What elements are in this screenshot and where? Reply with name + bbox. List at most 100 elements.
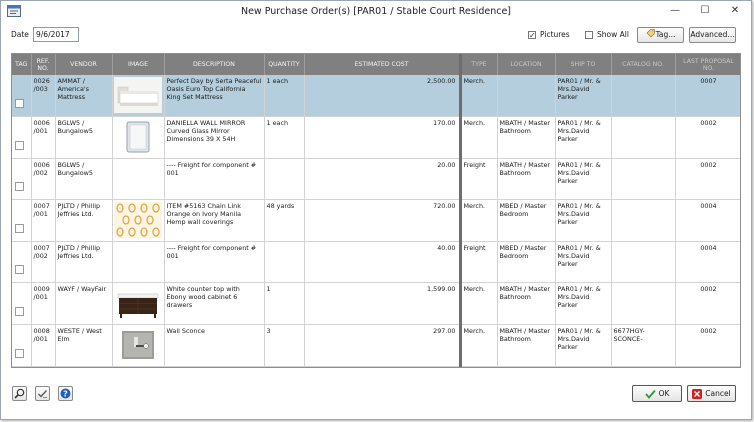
tag-checkbox[interactable] [15, 265, 24, 275]
table-row[interactable]: 0008 /001 WESTE / West Elm Wall Sconce 3 297… [12, 324, 740, 367]
maximize-button[interactable]: ☐ [693, 3, 717, 19]
col-vendor[interactable]: VENDOR [55, 54, 113, 75]
ship-to-cell: PAR01 / Mr. & Mrs.David Parker [555, 158, 612, 201]
cancel-button[interactable]: Cancel [687, 385, 736, 402]
catalog-no-cell: 6677HGY-SCONCE- [611, 324, 676, 367]
search-button[interactable] [12, 386, 27, 401]
vendor-cell: PJLTD / Phillip Jeffries Ltd. [55, 199, 113, 242]
catalog-no-cell [611, 116, 676, 159]
tag-checkbox[interactable] [15, 140, 24, 150]
tag-cell[interactable] [12, 241, 32, 284]
tag-checkbox[interactable] [15, 182, 24, 192]
last-proposal-cell: 0004 [675, 199, 740, 242]
show-all-label: Show All [597, 30, 629, 39]
col-type[interactable]: TYPE [460, 54, 498, 75]
advanced-button[interactable]: Advanced... [689, 27, 736, 43]
date-field[interactable]: 9/6/2017 [33, 27, 79, 42]
location-cell: MBED / Master Bedroom [497, 199, 556, 242]
catalog-no-cell [611, 241, 676, 284]
quantity-cell [264, 241, 305, 284]
type-cell: Merch. [460, 324, 498, 367]
tag-cell[interactable] [12, 199, 32, 242]
col-ref-no[interactable]: REF. NO. [31, 54, 56, 75]
quantity-cell: 48 yards [264, 199, 305, 242]
location-cell: MBATH / Master Bathroom [497, 324, 556, 367]
ref-no-cell: 0006 /001 [31, 116, 56, 159]
pictures-checkbox-box[interactable]: ✓ [528, 30, 536, 39]
image-cell [112, 199, 165, 242]
table-row[interactable]: 0009 /001 WAYF / WayFair White counter top… [12, 282, 740, 326]
col-quantity[interactable]: QUANTITY [264, 54, 305, 75]
ship-to-cell: PAR01 / Mr. & Mrs.David Parker [555, 324, 612, 367]
pictures-checkbox[interactable]: ✓ Pictures [528, 30, 570, 39]
tag-checkbox[interactable] [15, 223, 24, 233]
show-all-checkbox-box[interactable] [585, 30, 593, 39]
vendor-cell: AMMAT / America's Mattress [55, 75, 113, 118]
help-button[interactable]: ? [58, 386, 73, 401]
tag-button[interactable]: Tag... [637, 27, 684, 43]
vendor-cell: WESTE / West Elm [55, 324, 113, 367]
title-bar: New Purchase Order(s) [PAR01 / Stable Co… [1, 1, 751, 22]
col-location[interactable]: LOCATION [497, 54, 556, 75]
svg-text:?: ? [63, 389, 68, 398]
type-cell: Merch. [460, 75, 498, 118]
tag-cell[interactable] [12, 75, 32, 118]
tag-cell[interactable] [12, 158, 32, 201]
col-catalog-no[interactable]: CATALOG NO. [611, 54, 676, 75]
image-cell [112, 75, 165, 118]
catalog-no-cell [611, 282, 676, 326]
type-cell: Merch. [460, 116, 498, 159]
estimated-cost-cell: 1,599.00 [304, 282, 462, 326]
tag-checkbox[interactable] [15, 307, 24, 317]
table-row[interactable]: 0026 /003 AMMAT / America's Mattress Perfe… [12, 75, 740, 118]
estimated-cost-cell: 297.00 [304, 324, 462, 367]
image-cell [112, 241, 165, 284]
description-cell: Perfect Day by Serta Peaceful Oasis Euro… [164, 75, 265, 118]
ok-button[interactable]: OK [632, 385, 682, 402]
col-ship-to[interactable]: SHIP TO [555, 54, 612, 75]
catalog-no-cell [611, 199, 676, 242]
tag-checkbox[interactable] [15, 348, 24, 358]
ref-no-cell: 0007 /002 [31, 241, 56, 284]
show-all-checkbox[interactable]: Show All [585, 30, 629, 39]
close-button[interactable]: ✕ [723, 3, 747, 19]
order-table: TAG REF. NO. VENDOR IMAGE DESCRIPTION QU… [12, 54, 740, 367]
pictures-label: Pictures [540, 30, 570, 39]
vanity-image [113, 285, 162, 322]
location-cell: MBED / Master Bedroom [497, 241, 556, 284]
table-row[interactable]: 0007 /002 PJLTD / Phillip Jeffries Ltd. --… [12, 241, 740, 284]
table-row[interactable]: 0006 /002 BGLW5 / Bungalow5 ---- Freight f… [12, 158, 740, 201]
col-image[interactable]: IMAGE [112, 54, 165, 75]
description-cell: DANIELLA WALL MIRROR Curved Glass Mirror… [164, 116, 265, 159]
vendor-cell: BGLW5 / Bungalow5 [55, 116, 113, 159]
catalog-no-cell [611, 158, 676, 201]
catalog-no-cell [611, 75, 676, 118]
col-last-proposal-no[interactable]: LAST PROPOSAL NO. [675, 54, 740, 75]
order-grid: TAG REF. NO. VENDOR IMAGE DESCRIPTION QU… [11, 53, 741, 368]
tag-cell[interactable] [12, 116, 32, 159]
vendor-cell: WAYF / WayFair [55, 282, 113, 326]
quantity-cell [264, 158, 305, 201]
col-tag[interactable]: TAG [12, 54, 32, 75]
cancel-label: Cancel [705, 389, 731, 398]
search-icon [14, 388, 25, 399]
mirror-image [113, 119, 162, 156]
check-icon [644, 389, 656, 399]
ship-to-cell: PAR01 / Mr. & Mrs.David Parker [555, 199, 612, 242]
table-row[interactable]: 0007 /001 PJLTD / Phillip Jeffries Ltd. IT… [12, 199, 740, 242]
tag-cell[interactable] [12, 282, 32, 326]
estimated-cost-cell: 40.00 [304, 241, 462, 284]
table-row[interactable]: 0006 /001 BGLW5 / Bungalow5 DANIELLA WALL … [12, 116, 740, 159]
ship-to-cell: PAR01 / Mr. & Mrs.David Parker [555, 116, 612, 159]
minimize-button[interactable]: — [663, 3, 687, 19]
col-description[interactable]: DESCRIPTION [164, 54, 265, 75]
tag-cell[interactable] [12, 324, 32, 367]
ship-to-cell: PAR01 / Mr. & Mrs.David Parker [555, 282, 612, 326]
ref-no-cell: 0008 /001 [31, 324, 56, 367]
tag-checkbox[interactable] [15, 99, 24, 109]
date-label: Date [11, 30, 29, 39]
window-title: New Purchase Order(s) [PAR01 / Stable Co… [240, 6, 512, 17]
col-estimated-cost[interactable]: ESTIMATED COST [304, 54, 462, 75]
check-all-button[interactable] [35, 386, 50, 401]
type-cell: Merch. [460, 199, 498, 242]
